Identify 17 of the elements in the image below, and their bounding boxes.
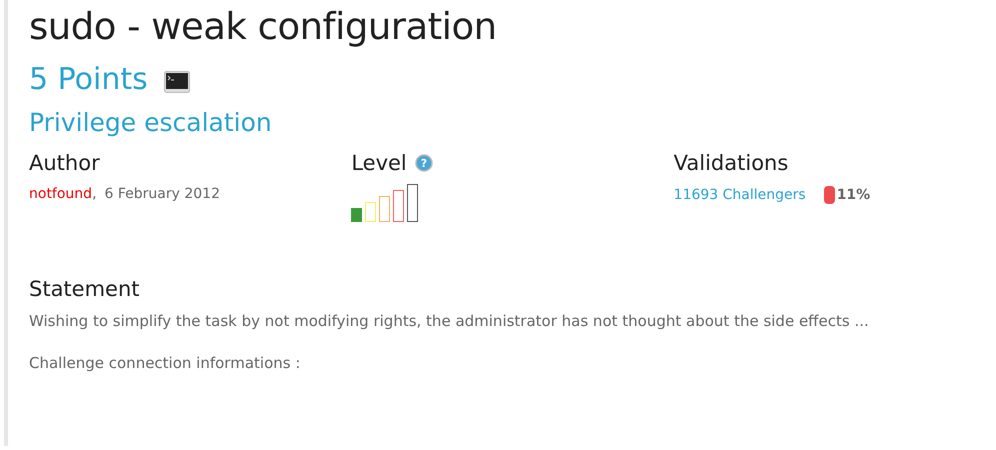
help-icon[interactable]: ?: [414, 154, 433, 172]
level-label: Level: [351, 150, 407, 177]
separator: ,: [92, 186, 97, 202]
challengers-link[interactable]: 11693 Challengers: [674, 187, 806, 203]
validations-label: Validations: [674, 150, 790, 177]
points-value: 5 Points: [29, 61, 148, 99]
category-link[interactable]: Privilege escalation: [29, 106, 272, 140]
author-link[interactable]: notfound: [29, 186, 92, 202]
connection-info: Challenge connection informations :: [29, 354, 302, 372]
success-rate-marker: [824, 186, 835, 204]
author-label: Author: [29, 150, 101, 177]
terminal-icon: [164, 71, 190, 93]
challenge-title: sudo - weak configuration: [29, 4, 498, 50]
statement-heading: Statement: [29, 276, 141, 303]
publish-date: 6 February 2012: [104, 186, 220, 202]
success-rate: 11%: [836, 187, 870, 203]
statement-text: Wishing to simplify the task by not modifying rights, the administrator has not thought about the side effects ...: [29, 312, 870, 330]
